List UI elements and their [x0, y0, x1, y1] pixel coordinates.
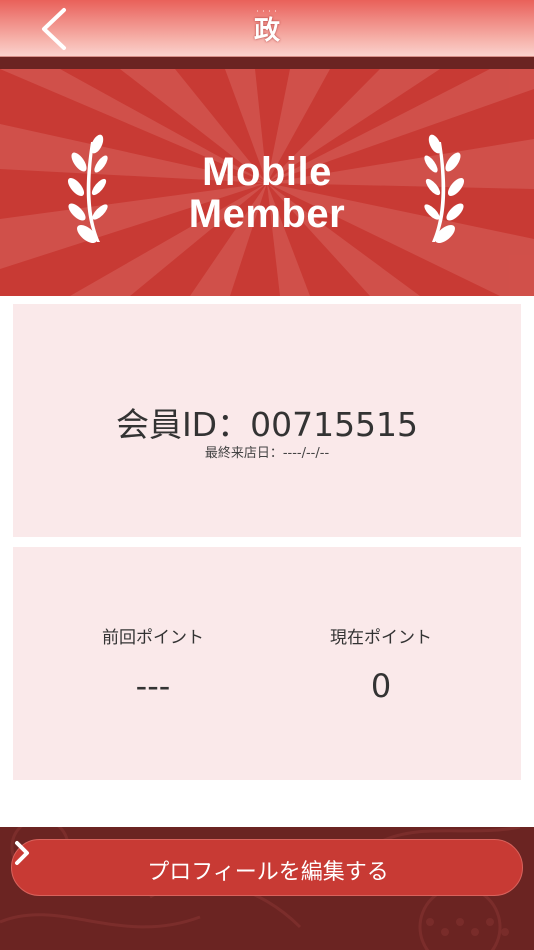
logo-character: 政 [253, 16, 280, 46]
current-points: 現在ポイント 0 [281, 623, 481, 705]
chevron-right-icon [15, 841, 29, 865]
current-points-value: 0 [370, 667, 392, 705]
brand-logo: ・・・・ 政 [242, 8, 292, 50]
banner-background: Mobile Member [0, 69, 534, 296]
member-id-card: 会員ID：00715515 最終来店日：----/--/-- [13, 304, 521, 537]
last-visit-date: 最終来店日：----/--/-- [204, 446, 330, 461]
top-nav-bar: ・・・・ 政 [0, 0, 534, 57]
previous-points: 前回ポイント --- [53, 623, 253, 705]
member-id: 会員ID：00715515 [115, 405, 419, 444]
previous-points-value: --- [135, 667, 171, 705]
edit-profile-button[interactable]: プロフィールを編集する [11, 839, 523, 896]
current-points-label: 現在ポイント [330, 628, 432, 648]
edit-profile-label: プロフィールを編集する [147, 860, 389, 885]
laurel-right-icon [424, 134, 465, 243]
points-card: 前回ポイント --- 現在ポイント 0 [13, 547, 521, 780]
logo-top-text: ・・・・ [254, 9, 279, 15]
chevron-left-icon [42, 8, 66, 50]
mobile-member-banner: Mobile Member [0, 57, 534, 296]
back-button[interactable] [30, 6, 74, 52]
previous-points-label: 前回ポイント [102, 628, 204, 648]
footer-bar: プロフィールを編集する [0, 827, 534, 950]
